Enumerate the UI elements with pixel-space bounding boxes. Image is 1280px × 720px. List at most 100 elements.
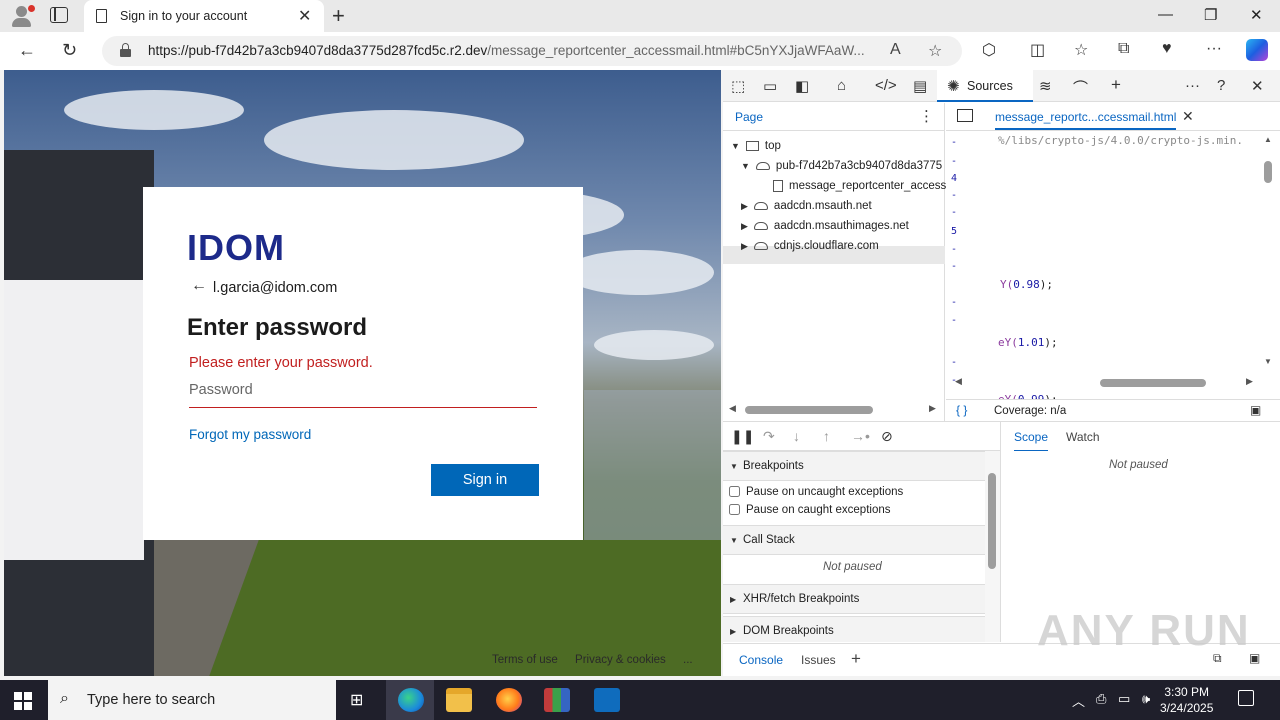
more-options-link[interactable]: ... bbox=[683, 654, 693, 666]
tab-sources[interactable]: ✺ Sources bbox=[937, 70, 1033, 102]
pause-caught-row[interactable]: Pause on caught exceptions bbox=[729, 504, 891, 516]
scroll-up-icon[interactable]: ▲ bbox=[1264, 135, 1272, 144]
scroll-left-icon[interactable]: ◀ bbox=[955, 376, 962, 387]
copilot-icon[interactable] bbox=[1246, 39, 1268, 61]
breakpoints-section[interactable]: ▼ Breakpoints bbox=[723, 451, 985, 481]
collections-icon[interactable]: ⧉ bbox=[1118, 40, 1129, 58]
performance-icon[interactable]: ♥ bbox=[1162, 40, 1172, 58]
horizontal-scrollbar[interactable] bbox=[1100, 379, 1206, 387]
customize-icon[interactable]: ··· bbox=[1185, 77, 1200, 94]
close-file-icon[interactable]: ✕ bbox=[1182, 108, 1194, 125]
firefox-icon[interactable] bbox=[496, 688, 522, 712]
favorite-star-icon[interactable]: ☆ bbox=[928, 41, 942, 61]
winrar-icon[interactable] bbox=[544, 688, 570, 712]
editor-file-tab[interactable]: message_reportc...ccessmail.html bbox=[995, 110, 1177, 130]
more-tools-icon[interactable]: + bbox=[1111, 75, 1121, 95]
back-arrow-icon[interactable]: ← bbox=[191, 277, 207, 295]
tab-actions-icon[interactable] bbox=[50, 7, 68, 23]
windows-start-icon[interactable] bbox=[14, 692, 32, 710]
file-explorer-icon[interactable] bbox=[446, 688, 472, 712]
outlook-icon[interactable] bbox=[594, 688, 620, 712]
pause-uncaught-row[interactable]: Pause on uncaught exceptions bbox=[729, 486, 903, 498]
tree-item-host[interactable]: ▼ pub-f7d42b7a3cb9407d8da3775 bbox=[741, 160, 942, 172]
url-text[interactable]: https://pub-f7d42b7a3cb9407d8da3775d287f… bbox=[148, 43, 880, 58]
tab-scope[interactable]: Scope bbox=[1014, 430, 1049, 452]
address-bar[interactable]: https://pub-f7d42b7a3cb9407d8da3775d287f… bbox=[102, 36, 962, 66]
pause-caught-checkbox[interactable] bbox=[729, 504, 740, 516]
vertical-scrollbar[interactable] bbox=[1264, 161, 1272, 183]
dock-icon[interactable]: ◧ bbox=[795, 77, 809, 95]
close-devtools-icon[interactable]: ✕ bbox=[1251, 77, 1264, 95]
network-icon[interactable]: ≋ bbox=[1039, 77, 1052, 95]
scroll-right-icon[interactable]: ▶ bbox=[1246, 376, 1253, 387]
clock[interactable]: 3:30 PM 3/24/2025 bbox=[1160, 684, 1213, 716]
tree-item-domain[interactable]: ▶ cdnjs.cloudflare.com bbox=[741, 240, 879, 252]
more-icon[interactable]: ··· bbox=[1206, 40, 1222, 58]
performance-icon[interactable]: ⌒ bbox=[1073, 77, 1088, 98]
volume-icon[interactable]: 🕪 bbox=[1142, 691, 1150, 707]
minimize-icon[interactable]: — bbox=[1158, 6, 1173, 23]
horizontal-scrollbar[interactable] bbox=[745, 406, 873, 414]
code-line[interactable]: %/libs/crypto-js/4.0.0/crypto-js.min. bbox=[998, 134, 1243, 147]
close-drawer-icon[interactable]: ▣ bbox=[1249, 651, 1260, 665]
tab-watch[interactable]: Watch bbox=[1066, 430, 1100, 444]
console-icon[interactable]: ▤ bbox=[913, 77, 927, 95]
navigator-menu-icon[interactable]: ⋮ bbox=[919, 107, 934, 125]
elements-icon[interactable]: </> bbox=[875, 77, 897, 94]
code-line[interactable]: eY(1.01); bbox=[998, 336, 1058, 349]
browser-tab[interactable]: Sign in to your account ✕ bbox=[84, 0, 324, 32]
step-icon[interactable]: →• bbox=[851, 428, 870, 444]
step-over-icon[interactable]: ↷ bbox=[763, 428, 775, 445]
toggle-navigator-icon[interactable] bbox=[957, 109, 973, 122]
lock-icon[interactable] bbox=[120, 43, 131, 57]
scroll-left-icon[interactable]: ◀ bbox=[729, 403, 736, 414]
help-icon[interactable]: ? bbox=[1217, 77, 1225, 94]
close-tab-icon[interactable]: ✕ bbox=[298, 6, 311, 26]
new-tab-icon[interactable]: + bbox=[332, 3, 345, 29]
back-icon[interactable]: ← bbox=[18, 40, 36, 61]
step-out-icon[interactable]: ↑ bbox=[823, 428, 830, 444]
signin-button[interactable]: Sign in bbox=[431, 464, 539, 496]
tab-issues[interactable]: Issues bbox=[801, 653, 836, 667]
code-line[interactable]: Y(0.98); bbox=[1000, 278, 1053, 291]
tab-page[interactable]: Page bbox=[735, 110, 763, 124]
extensions-icon[interactable]: ⬡ bbox=[982, 40, 996, 60]
tree-item-domain[interactable]: ▶ aadcdn.msauth.net bbox=[741, 200, 872, 212]
profile-icon[interactable] bbox=[10, 5, 35, 27]
tree-item-file[interactable]: message_reportcenter_access bbox=[773, 180, 946, 192]
terms-link[interactable]: Terms of use bbox=[492, 654, 558, 666]
xhr-breakpoints-section[interactable]: ▶ XHR/fetch Breakpoints bbox=[723, 584, 985, 614]
tray-chevron-icon[interactable]: ︿ bbox=[1072, 691, 1085, 710]
tree-item-top[interactable]: ▼ top bbox=[731, 140, 781, 152]
edge-icon[interactable] bbox=[398, 688, 424, 712]
notifications-icon[interactable] bbox=[1238, 690, 1254, 706]
home-icon[interactable]: ⌂ bbox=[837, 77, 846, 94]
scroll-down-icon[interactable]: ▼ bbox=[1264, 357, 1272, 366]
password-input[interactable] bbox=[189, 376, 537, 408]
deactivate-breakpoints-icon[interactable]: ⊘ bbox=[881, 428, 893, 445]
split-screen-icon[interactable]: ◫ bbox=[1030, 40, 1045, 60]
step-into-icon[interactable]: ↓ bbox=[793, 428, 800, 444]
pretty-print-icon[interactable]: { } bbox=[956, 403, 967, 417]
favorites-icon[interactable]: ☆ bbox=[1074, 40, 1088, 60]
tab-console[interactable]: Console bbox=[739, 653, 783, 667]
read-aloud-icon[interactable]: A bbox=[890, 41, 901, 59]
device-emulation-icon[interactable]: ▭ bbox=[763, 77, 777, 95]
call-stack-section[interactable]: ▼ Call Stack bbox=[723, 525, 985, 555]
dom-breakpoints-section[interactable]: ▶ DOM Breakpoints bbox=[723, 616, 985, 642]
taskbar-search[interactable]: ⌕ Type here to search bbox=[48, 680, 336, 720]
restore-icon[interactable]: ❐ bbox=[1204, 6, 1217, 24]
pause-uncaught-checkbox[interactable] bbox=[729, 486, 740, 498]
pause-icon[interactable]: ❚❚ bbox=[731, 428, 754, 445]
screenshot-icon[interactable]: ▣ bbox=[1250, 403, 1261, 417]
privacy-link[interactable]: Privacy & cookies bbox=[575, 654, 666, 666]
forgot-password-link[interactable]: Forgot my password bbox=[189, 427, 311, 442]
network-icon[interactable]: ▭ bbox=[1118, 691, 1130, 707]
scroll-right-icon[interactable]: ▶ bbox=[929, 403, 936, 414]
tree-item-domain[interactable]: ▶ aadcdn.msauthimages.net bbox=[741, 220, 909, 232]
refresh-icon[interactable]: ↻ bbox=[62, 40, 77, 61]
sidebar-scrollbar[interactable] bbox=[985, 451, 1000, 642]
meet-icon[interactable]: ⎙ bbox=[1096, 691, 1106, 707]
task-view-icon[interactable]: ⊞ bbox=[350, 690, 363, 710]
add-drawer-tab-icon[interactable]: + bbox=[851, 649, 861, 669]
